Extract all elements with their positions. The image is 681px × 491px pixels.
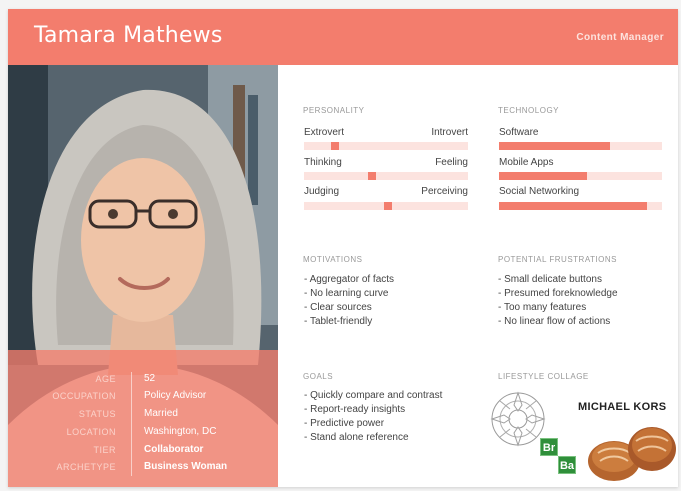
list-item: Aggregator of facts	[304, 273, 395, 287]
profile-row-location: LOCATION Washington, DC	[8, 425, 278, 442]
personality-track-1	[304, 142, 468, 150]
profile-label: LOCATION	[66, 427, 116, 437]
profile-row-archetype: ARCHETYPE Business Woman	[8, 460, 278, 477]
goals-title: GOALS	[303, 372, 334, 381]
list-item: Presumed foreknowledge	[498, 287, 617, 301]
bread-loaves-icon	[588, 427, 676, 481]
list-item: Quickly compare and contrast	[304, 389, 442, 403]
profile-label: ARCHETYPE	[56, 462, 116, 472]
profile-value: 52	[144, 373, 156, 384]
profile-label: OCCUPATION	[52, 391, 116, 401]
list-item: Too many features	[498, 301, 618, 315]
technology-level-fill	[499, 172, 588, 180]
list-item: Tablet-friendly	[304, 315, 394, 329]
profile-value: Collaborator	[144, 444, 204, 455]
frustrations-list: Small delicate buttons Presumed foreknow…	[498, 273, 618, 329]
list-item: No linear flow of actions	[498, 315, 618, 329]
profile-row-status: STATUS Married	[8, 407, 278, 424]
list-item: No learning curve	[304, 287, 394, 301]
list-item: Report-ready insights	[304, 403, 442, 417]
persona-profile-panel: AGE 52 OCCUPATION Policy Advisor STATUS …	[8, 350, 278, 487]
profile-label: TIER	[93, 445, 116, 455]
personality-title: PERSONALITY	[303, 106, 365, 115]
list-item: Predictive power	[304, 417, 442, 431]
breaking-bad-element-br: Br	[540, 438, 558, 456]
personality-scale-1: Extrovert Introvert	[304, 127, 468, 140]
persona-role: Content Manager	[576, 32, 664, 43]
profile-label: STATUS	[78, 409, 116, 419]
brand-logo-text: MICHAEL KORS	[578, 401, 667, 413]
profile-value: Washington, DC	[144, 426, 217, 437]
personality-marker	[368, 172, 376, 180]
personality-marker	[384, 202, 392, 210]
scale-left-label: Thinking	[304, 157, 342, 168]
profile-row-tier: TIER Collaborator	[8, 443, 278, 460]
technology-track-2	[499, 172, 662, 180]
persona-photo: AGE 52 OCCUPATION Policy Advisor STATUS …	[8, 65, 278, 487]
personality-marker	[331, 142, 339, 150]
list-item: Small delicate buttons	[498, 273, 618, 287]
technology-label: Social Networking	[499, 186, 580, 197]
list-item: Stand alone reference	[304, 431, 442, 445]
personality-scale-3: Judging Perceiving	[304, 186, 468, 199]
list-item: Clear sources	[304, 301, 394, 315]
technology-title: TECHNOLOGY	[498, 106, 560, 115]
profile-value: Married	[144, 408, 178, 419]
lifestyle-collage: MICHAEL KORS Br Ba	[488, 383, 678, 487]
profile-value: Policy Advisor	[144, 390, 207, 401]
personality-track-3	[304, 202, 468, 210]
technology-label: Software	[499, 127, 539, 138]
lifestyle-title: LIFESTYLE COLLAGE	[498, 372, 589, 381]
frustrations-title: POTENTIAL FRUSTRATIONS	[498, 255, 618, 264]
scale-left-label: Extrovert	[304, 127, 345, 138]
motivations-title: MOTIVATIONS	[303, 255, 363, 264]
technology-label: Mobile Apps	[499, 157, 554, 168]
goals-list: Quickly compare and contrast Report-read…	[304, 389, 442, 445]
motivations-list: Aggregator of facts No learning curve Cl…	[304, 273, 395, 329]
profile-row-age: AGE 52	[8, 372, 278, 389]
persona-card: Tamara Mathews Content Manager AGE 52 OC…	[8, 9, 678, 487]
personality-track-2	[304, 172, 468, 180]
technology-track-3	[499, 202, 662, 210]
scale-left-label: Judging	[304, 186, 340, 197]
technology-level-fill	[499, 202, 648, 210]
profile-label: AGE	[95, 374, 116, 384]
persona-name: Tamara Mathews	[34, 23, 223, 48]
profile-value: Business Woman	[144, 461, 228, 472]
technology-level-fill	[499, 142, 610, 150]
technology-track-1	[499, 142, 662, 150]
scale-right-label: Introvert	[431, 127, 468, 138]
scale-right-label: Feeling	[435, 157, 468, 168]
profile-row-occupation: OCCUPATION Policy Advisor	[8, 389, 278, 406]
persona-header: Tamara Mathews Content Manager	[8, 9, 678, 65]
scale-right-label: Perceiving	[421, 186, 468, 197]
breaking-bad-element-ba: Ba	[558, 456, 576, 474]
personality-scale-2: Thinking Feeling	[304, 157, 468, 170]
mandala-icon	[490, 391, 546, 447]
